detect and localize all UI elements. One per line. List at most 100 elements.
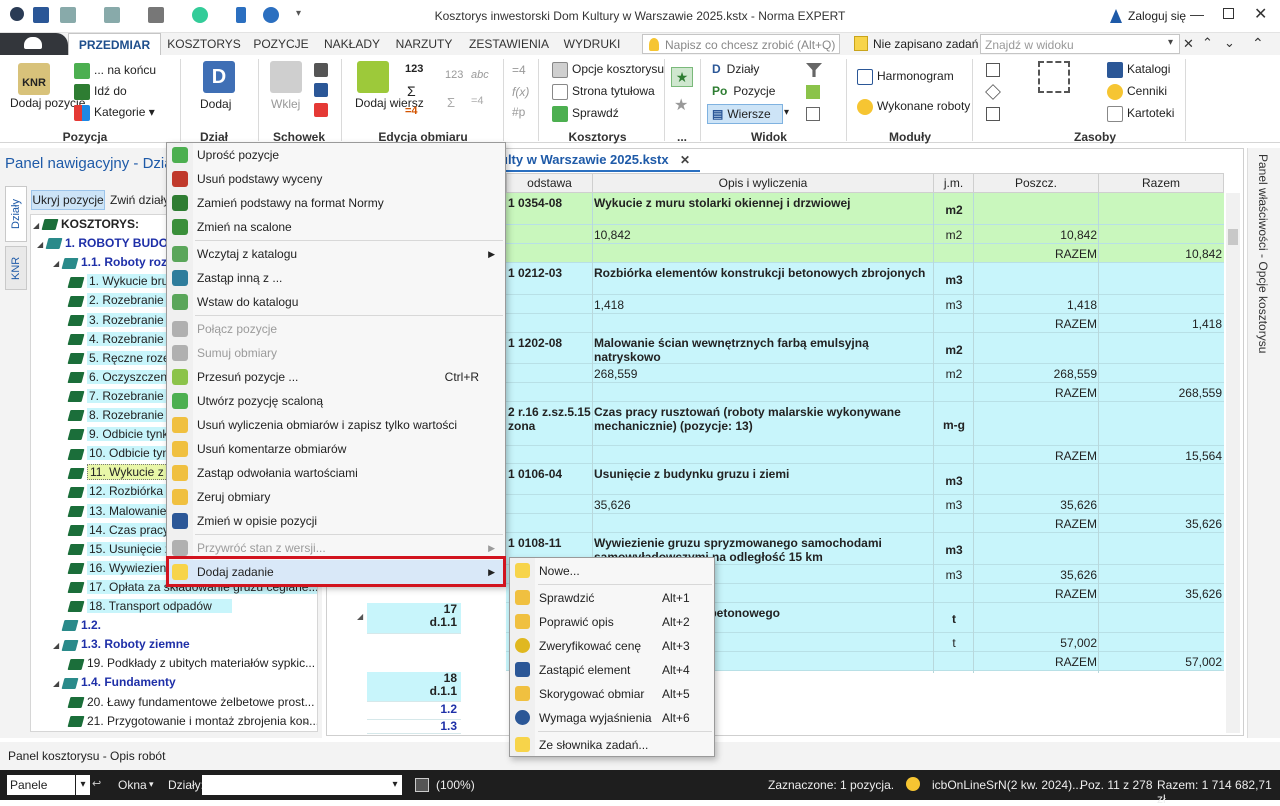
expand-arrow-icon[interactable]: ◢ (53, 636, 63, 655)
view-rows-dropdown-icon[interactable]: ▾ (784, 107, 789, 118)
tab-kosztorys[interactable]: KOSZTORYS (165, 33, 243, 55)
go-to-button[interactable]: Idź do (74, 84, 127, 100)
calculator-icon[interactable] (986, 63, 1000, 77)
menu-item-wstaw-do-katalogu[interactable]: Wstaw do katalogu (167, 290, 505, 314)
restore-window-icon[interactable] (1223, 8, 1234, 19)
number-123-icon[interactable]: 123 (405, 63, 423, 75)
equals-grey-icon-1[interactable]: =4 (512, 63, 526, 77)
menu-item-polacz-pozycje[interactable]: Połącz pozycje (167, 317, 505, 341)
position-number-cell[interactable]: 18 d.1.1 (367, 672, 461, 702)
abc-icon[interactable]: abc (471, 69, 489, 81)
position-number-cell[interactable]: 17 d.1.1 (367, 603, 461, 634)
panels-select[interactable]: Panele (7, 775, 75, 795)
menu-item-utworz-pozycje-scalona[interactable]: Utwórz pozycję scaloną (167, 389, 505, 413)
cut-icon[interactable] (314, 63, 328, 77)
menu-item-usun-podstawy-wyceny[interactable]: Usuń podstawy wyceny (167, 167, 505, 191)
estimate-options-button[interactable]: Opcje kosztorysu (552, 62, 664, 78)
tell-me-field[interactable]: Napisz co chcesz zrobić (Alt+Q) (642, 34, 840, 54)
chevron-down-icon[interactable]: ▾ (1168, 37, 1173, 48)
menu-item-zmien-na-scalone[interactable]: Zmień na scalone (167, 215, 505, 239)
expand-arrow-icon[interactable]: ◢ (53, 674, 63, 693)
save-icon[interactable] (33, 7, 49, 23)
submenu-item-nowe[interactable]: Nowe... (510, 559, 714, 583)
tree-section[interactable]: ◢ 1.3. Roboty ziemne (53, 635, 317, 654)
menu-item-zmien-w-opisie-pozycji[interactable]: Zmień w opisie pozycji (167, 509, 505, 533)
zoom-level[interactable]: (100%) (436, 778, 475, 792)
menu-item-zastap-odwolania-wartosciami[interactable]: Zastąp odwołania wartościami (167, 461, 505, 485)
document-tab[interactable]: ulty w Warszawie 2025.kstx ✕ (500, 150, 700, 172)
sections-field[interactable] (202, 775, 388, 795)
undo-icon[interactable] (60, 7, 76, 23)
view-option-icon[interactable] (806, 107, 820, 121)
paste-button[interactable]: Wklej (271, 97, 300, 111)
find-prev-icon[interactable]: ⌃ (1202, 35, 1213, 51)
filter-icon[interactable] (806, 63, 822, 77)
tree-section[interactable]: ◢ 1.4. Fundamenty (53, 673, 317, 692)
add-row-button[interactable]: Dodaj wiersz (355, 97, 424, 110)
categories-button[interactable]: Kategorie ▾ (74, 105, 155, 121)
check-button[interactable]: Sprawdź (552, 106, 619, 122)
tree-item[interactable]: 20. Ławy fundamentowe żelbetowe prost... (67, 693, 317, 712)
copy-icon[interactable] (314, 83, 328, 97)
minimize-icon[interactable]: — (1190, 6, 1204, 22)
submenu-item-ze-slownika-zadan[interactable]: Ze słownika zadań... (510, 733, 714, 757)
submenu-item-skorygowac-obmiar[interactable]: Skorygować obmiar Alt+5 (510, 682, 714, 706)
price-lists-button[interactable]: Cenniki (1107, 84, 1167, 100)
windows-dropdown-icon[interactable]: ▾ (149, 779, 154, 790)
submenu-item-zastapic-element[interactable]: Zastąpić element Alt+4 (510, 658, 714, 682)
diamond-icon[interactable] (985, 84, 1001, 100)
col-header-unit[interactable]: j.m. (933, 173, 974, 193)
tree-item[interactable]: 18. Transport odpadów (67, 597, 317, 616)
equals-4-icon[interactable]: =4 (405, 105, 418, 117)
ribbon-collapse-icon[interactable]: ⌃ (1252, 35, 1264, 52)
menu-item-wczytaj-z-katalogu[interactable]: Wczytaj z katalogu ▶ (167, 242, 505, 266)
unsaved-tasks-label[interactable]: Nie zapisano zadań (873, 37, 978, 51)
view-sections-button[interactable]: D Działy (712, 62, 759, 76)
panels-back-icon[interactable]: ↩ (92, 777, 101, 790)
tab-zestawienia[interactable]: ZESTAWIENIA (467, 33, 551, 55)
add-at-end-button[interactable]: ... na końcu (74, 63, 156, 79)
expand-arrow-icon[interactable]: ◢ (357, 612, 363, 621)
col-header-total[interactable]: Razem (1098, 173, 1224, 193)
find-next-icon[interactable]: ⌄ (1224, 35, 1235, 51)
tab-naklady[interactable]: NAKŁADY (320, 33, 384, 55)
collapse-sections-button[interactable]: Zwiń działy (110, 193, 169, 207)
qat-dropdown-icon[interactable]: ▾ (296, 8, 301, 19)
star-grey-icon[interactable]: ★ (674, 95, 688, 115)
menu-item-usun-wyliczenia-obmiarow-i-zapisz-tylko-wartosci[interactable]: Usuń wyliczenia obmiarów i zapisz tylko … (167, 413, 505, 437)
view-rows-button[interactable]: ▤ Wiersze (707, 104, 783, 124)
tree-section[interactable]: 1.2. (53, 616, 317, 635)
find-in-view-field[interactable]: Znajdź w widoku ▾ (980, 34, 1180, 54)
add-section-button[interactable]: Dodaj (200, 97, 231, 111)
submenu-item-poprawic-opis[interactable]: Poprawić opis Alt+2 (510, 610, 714, 634)
submenu-item-sprawdzic[interactable]: Sprawdzić Alt+1 (510, 586, 714, 610)
side-tab-dzialy[interactable]: Działy (5, 186, 27, 242)
tree-item[interactable]: 19. Podkłady z ubitych materiałów sypkic… (67, 654, 317, 673)
sigma-grey-icon[interactable]: Σ (447, 95, 455, 110)
help-icon[interactable] (263, 7, 279, 23)
menu-item-zastap-inna-z[interactable]: Zastąp inną z ... (167, 266, 505, 290)
position-number-cell[interactable]: 1.2 (367, 703, 461, 720)
estimate-panel-label[interactable]: Panel kosztorysu - Opis robót (8, 749, 165, 763)
equals-4-grey-icon[interactable]: =4 (471, 95, 484, 107)
menu-item-sumuj-obmiary[interactable]: Sumuj obmiary (167, 341, 505, 365)
doc-icon[interactable] (986, 107, 1000, 121)
pin-icon[interactable] (236, 7, 246, 23)
star-green-icon[interactable]: ★ (671, 67, 693, 87)
grid-scrollbar[interactable] (1226, 193, 1240, 733)
menu-item-uprosc-pozycje[interactable]: Uprość pozycje (167, 143, 505, 167)
sections-dropdown-icon[interactable]: ▾ (388, 775, 402, 795)
add-position-button[interactable]: Dodaj pozycję (10, 97, 85, 110)
globe-icon[interactable] (192, 7, 208, 23)
number-123-grey-icon[interactable]: 123 (445, 69, 463, 81)
zoom-icon[interactable] (415, 778, 429, 792)
col-header-partial[interactable]: Poszcz. (973, 173, 1099, 193)
card-files-button[interactable]: Kartoteki (1107, 106, 1174, 122)
side-tab-knr[interactable]: KNR (5, 246, 27, 290)
expand-arrow-icon[interactable]: ◢ (53, 254, 63, 273)
login-button[interactable]: Zaloguj się (1128, 9, 1186, 23)
tab-pozycje[interactable]: POZYCJE (250, 33, 312, 55)
windows-menu[interactable]: Okna (118, 778, 147, 792)
position-number-cell[interactable]: 1.3 (367, 720, 461, 734)
close-icon[interactable]: ✕ (1254, 4, 1267, 24)
